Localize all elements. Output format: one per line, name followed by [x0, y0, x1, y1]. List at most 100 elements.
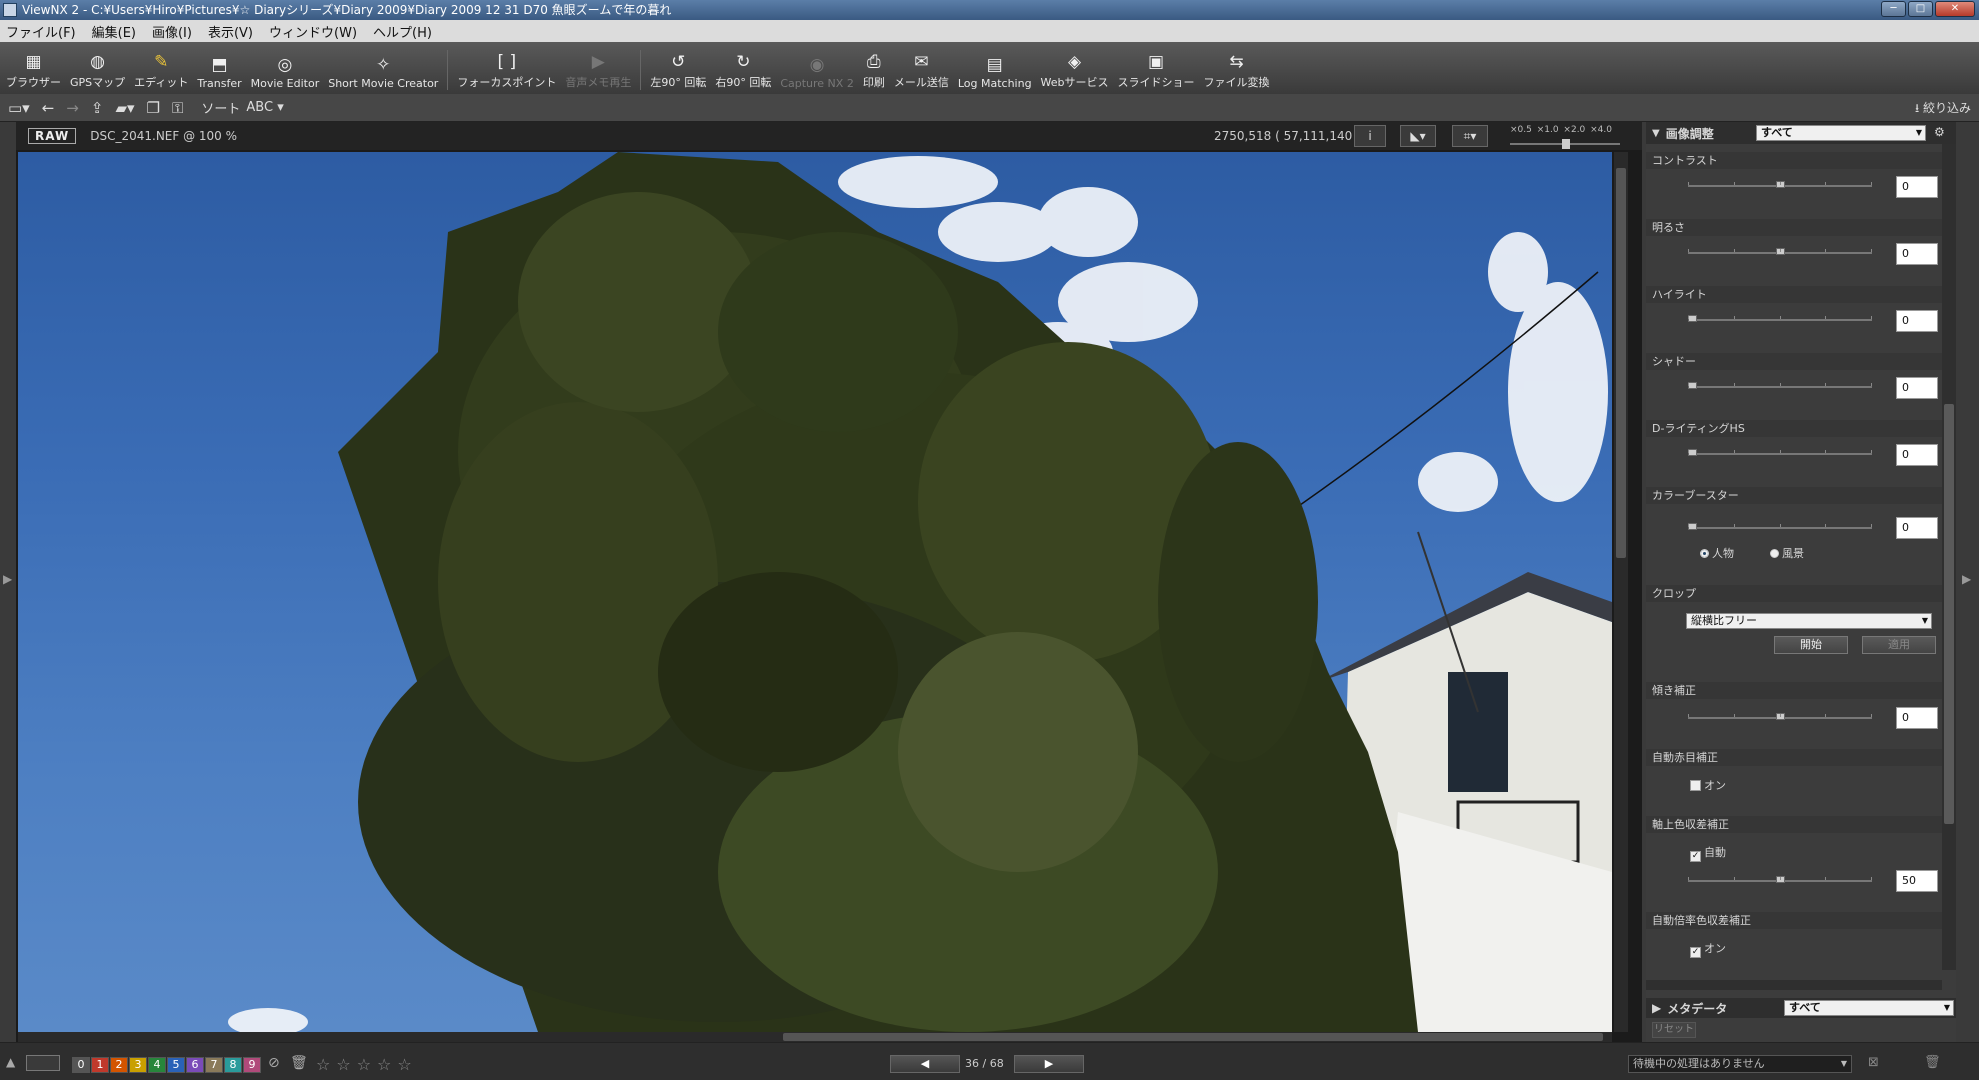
process-status[interactable]: 待機中の処理はありません — [1628, 1055, 1852, 1073]
log-matching-button[interactable]: ▤ Log Matching — [958, 55, 1032, 90]
photo-display[interactable] — [18, 152, 1612, 1032]
layout-icon[interactable]: ▭▾ — [8, 99, 30, 117]
panel-horizontal-scrollbar[interactable] — [1646, 980, 1942, 990]
right-panel-toggle[interactable]: ▶ — [1956, 122, 1979, 1042]
metadata-panel-header[interactable]: ▶ メタデータ すべて — [1646, 998, 1956, 1018]
viewer-horizontal-scrollbar[interactable] — [18, 1032, 1612, 1042]
crop-apply-button[interactable]: 適用 — [1862, 636, 1936, 654]
panel-vertical-scrollbar[interactable] — [1942, 144, 1956, 970]
rating-star-icon[interactable]: ☆ — [377, 1055, 391, 1074]
contrast-value[interactable]: 0 — [1896, 176, 1938, 198]
thumbnail-strip-icon[interactable] — [26, 1055, 60, 1071]
viewer-vertical-scrollbar[interactable] — [1614, 152, 1628, 1032]
menu-view[interactable]: 表示(V) — [208, 22, 253, 41]
histogram-button[interactable]: ◣▾ — [1400, 125, 1436, 147]
voice-memo-button[interactable]: ▶ 音声メモ再生 — [565, 52, 631, 90]
gps-map-button[interactable]: ◍ GPSマップ — [70, 52, 125, 90]
color-booster-slider-knob[interactable] — [1688, 523, 1697, 530]
delete-icon[interactable]: 🗑 — [1924, 1055, 1941, 1070]
d-lighting-slider[interactable] — [1688, 449, 1872, 456]
web-service-button[interactable]: ◈ Webサービス — [1041, 52, 1109, 90]
panel-vscroll-thumb[interactable] — [1944, 404, 1954, 824]
highlight-slider[interactable] — [1688, 315, 1872, 322]
viewer-vscroll-thumb[interactable] — [1616, 168, 1626, 558]
zoom-slider[interactable] — [1510, 139, 1620, 149]
print-button[interactable]: ⎙ 印刷 — [863, 52, 885, 90]
edit-button[interactable]: ✎ エディット — [134, 52, 188, 90]
next-image-button[interactable]: ▶ — [1014, 1055, 1084, 1073]
crop-start-button[interactable]: 開始 — [1774, 636, 1848, 654]
open-folder-icon[interactable]: ▰▾ — [115, 99, 134, 117]
lateral-aberration-checkbox[interactable]: ✓ オン — [1690, 940, 1726, 958]
tilt-slider[interactable] — [1688, 713, 1872, 720]
color-label-4[interactable]: 4 — [148, 1057, 166, 1073]
filmstrip-toggle-icon[interactable]: ▲ — [6, 1055, 15, 1069]
booster-people-radio[interactable]: 人物 — [1700, 545, 1734, 561]
axial-aberration-slider[interactable] — [1688, 876, 1872, 883]
color-label-6[interactable]: 6 — [186, 1057, 204, 1073]
tilt-value[interactable]: 0 — [1896, 707, 1938, 729]
copy-icon[interactable]: ❐ — [147, 99, 160, 117]
color-label-9[interactable]: 9 — [243, 1057, 261, 1073]
axial-auto-checkbox[interactable]: ✓ 自動 — [1690, 844, 1726, 862]
forward-arrow-icon[interactable]: → — [66, 99, 79, 117]
protect-icon[interactable]: ⚿ — [172, 99, 183, 117]
rating-star-icon[interactable]: ☆ — [336, 1055, 350, 1074]
adjust-panel-header[interactable]: ▼ 画像調整 すべて ⚙ — [1646, 122, 1956, 144]
zoom-slider-knob[interactable] — [1562, 139, 1570, 149]
redeye-checkbox[interactable]: オン — [1690, 777, 1726, 793]
highlight-slider-knob[interactable] — [1688, 315, 1697, 322]
left-panel-collapsed[interactable]: ▶ — [0, 122, 16, 1042]
booster-scenery-radio[interactable]: 風景 — [1770, 545, 1804, 561]
brightness-slider[interactable] — [1688, 248, 1872, 255]
filter-button[interactable]: ⭳ 絞り込み — [1915, 99, 1971, 120]
slideshow-button[interactable]: ▣ スライドショー — [1118, 52, 1195, 90]
sort-mode-dropdown[interactable]: ABC ▾ — [246, 100, 283, 115]
color-label-1[interactable]: 1 — [91, 1057, 109, 1073]
short-movie-creator-button[interactable]: ✧ Short Movie Creator — [328, 55, 438, 90]
menu-help[interactable]: ヘルプ(H) — [373, 22, 432, 41]
movie-editor-button[interactable]: ◎ Movie Editor — [251, 55, 320, 90]
sort-label[interactable]: ソート — [201, 98, 240, 117]
color-label-0[interactable]: 0 — [72, 1057, 90, 1073]
highlight-value[interactable]: 0 — [1896, 310, 1938, 332]
viewer-hscroll-thumb[interactable] — [783, 1033, 1603, 1041]
color-label-5[interactable]: 5 — [167, 1057, 185, 1073]
focus-point-button[interactable]: [ ] フォーカスポイント — [457, 52, 556, 90]
no-rating-icon[interactable]: ⊘ — [268, 1055, 280, 1071]
folder-up-icon[interactable]: ⇪ — [91, 99, 104, 117]
menu-edit[interactable]: 編集(E) — [92, 22, 136, 41]
cancel-process-icon[interactable]: ⊠ — [1868, 1055, 1879, 1070]
collapse-triangle-icon[interactable]: ▼ — [1652, 128, 1660, 139]
menu-file[interactable]: ファイル(F) — [6, 22, 76, 41]
color-label-7[interactable]: 7 — [205, 1057, 223, 1073]
metadata-preset-select[interactable]: すべて — [1784, 1000, 1954, 1016]
color-booster-value[interactable]: 0 — [1896, 517, 1938, 539]
shadow-slider[interactable] — [1688, 382, 1872, 389]
brightness-value[interactable]: 0 — [1896, 243, 1938, 265]
trash-icon[interactable]: 🗑 — [290, 1055, 308, 1071]
file-convert-button[interactable]: ⇆ ファイル変換 — [1204, 52, 1270, 90]
d-lighting-slider-knob[interactable] — [1688, 449, 1697, 456]
panel-settings-icon[interactable]: ⚙ — [1934, 125, 1945, 139]
color-label-8[interactable]: 8 — [224, 1057, 242, 1073]
info-button[interactable]: i — [1354, 125, 1386, 147]
mail-button[interactable]: ✉ メール送信 — [894, 52, 949, 90]
rating-star-icon[interactable]: ☆ — [357, 1055, 371, 1074]
previous-image-button[interactable]: ◀ — [890, 1055, 960, 1073]
shadow-slider-knob[interactable] — [1688, 382, 1697, 389]
d-lighting-value[interactable]: 0 — [1896, 444, 1938, 466]
contrast-slider[interactable] — [1688, 181, 1872, 188]
rotate-right-button[interactable]: ↻ 右90° 回転 — [715, 52, 771, 90]
close-button[interactable]: ✕ — [1935, 1, 1975, 17]
menu-window[interactable]: ウィンドウ(W) — [269, 22, 357, 41]
adjust-preset-select[interactable]: すべて — [1756, 125, 1926, 141]
capture-nx2-button[interactable]: ◉ Capture NX 2 — [780, 55, 854, 90]
rotate-left-button[interactable]: ↺ 左90° 回転 — [650, 52, 706, 90]
color-label-2[interactable]: 2 — [110, 1057, 128, 1073]
crop-ratio-select[interactable]: 縦横比フリー — [1686, 613, 1932, 629]
back-arrow-icon[interactable]: ← — [42, 99, 55, 117]
menu-image[interactable]: 画像(I) — [152, 22, 192, 41]
color-label-3[interactable]: 3 — [129, 1057, 147, 1073]
browser-button[interactable]: ▦ ブラウザー — [6, 52, 61, 90]
